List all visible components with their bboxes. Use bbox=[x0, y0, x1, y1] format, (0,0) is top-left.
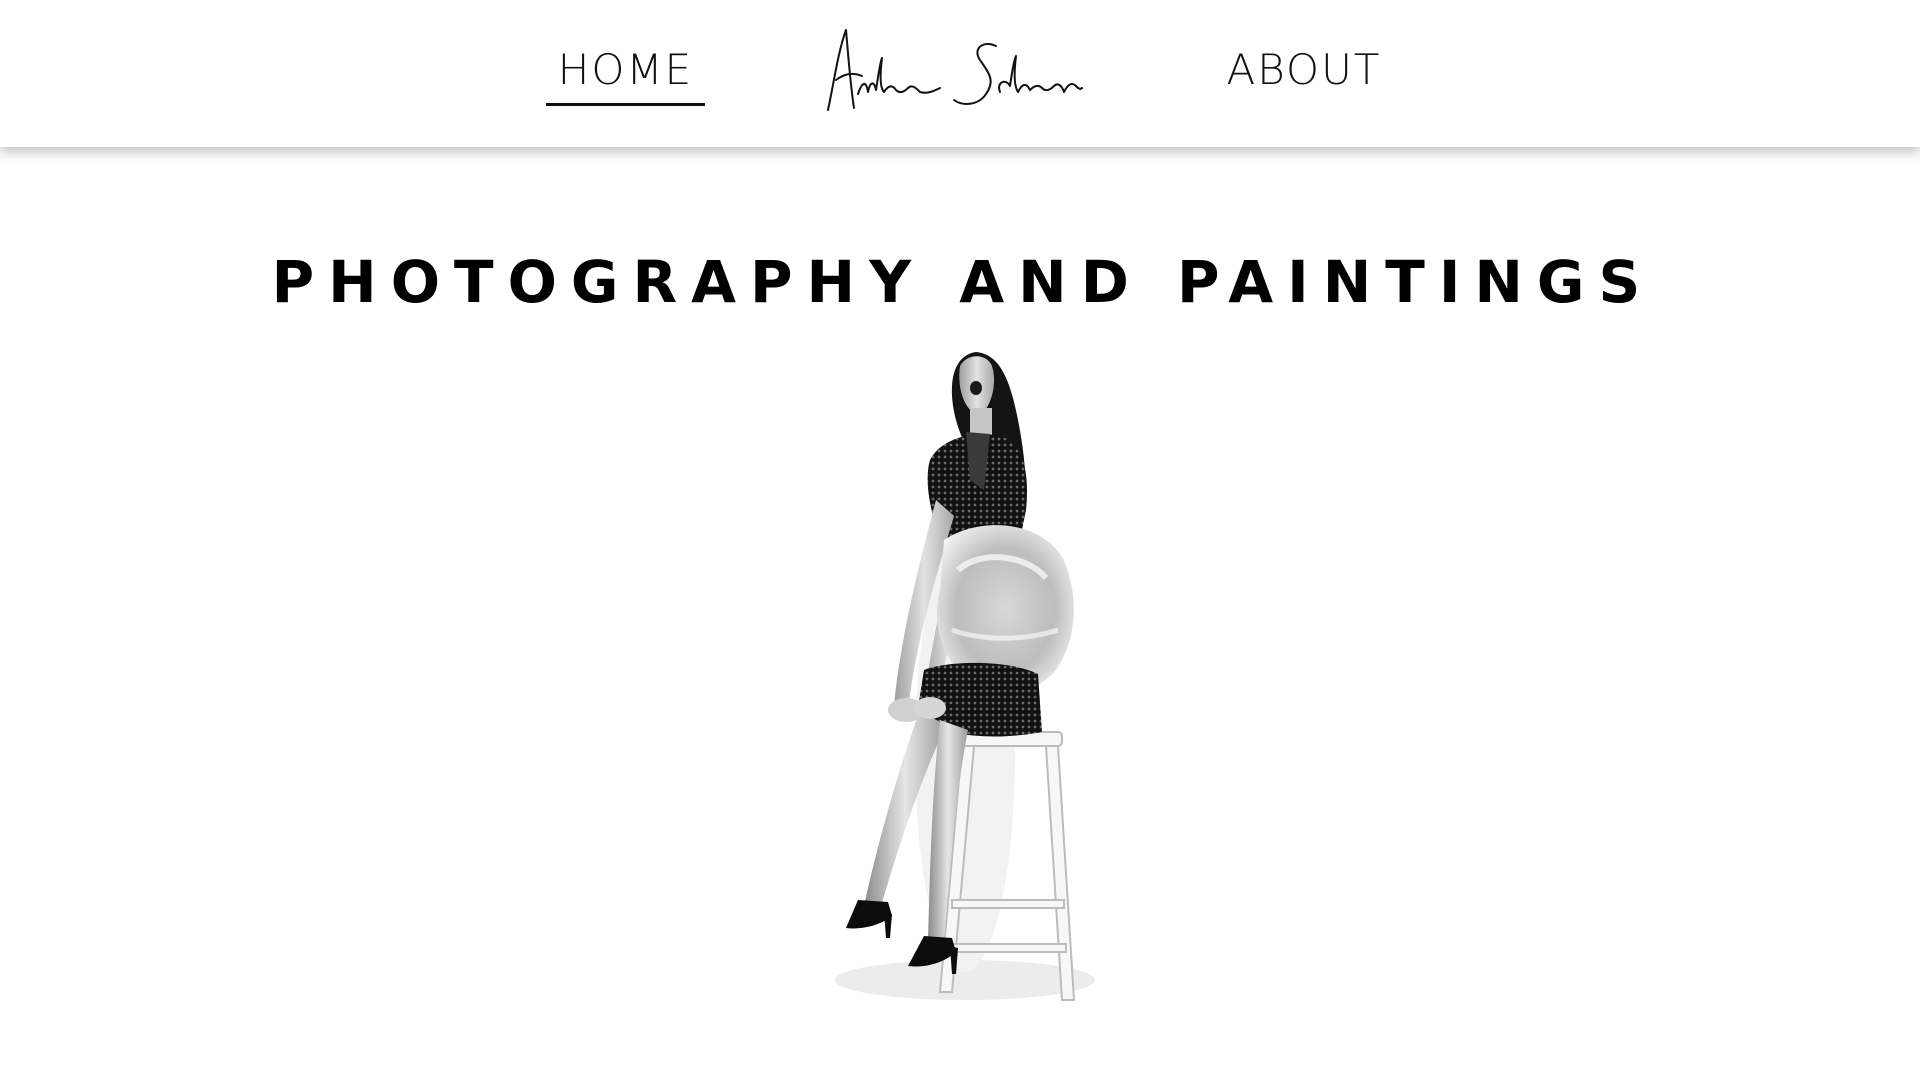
nav-about-link[interactable]: ABOUT bbox=[1224, 44, 1384, 104]
signature-logo[interactable] bbox=[820, 22, 1088, 118]
nav-home-link[interactable]: HOME bbox=[546, 44, 705, 106]
site-header: HOME ABOUT bbox=[0, 0, 1920, 147]
hero-photo bbox=[835, 352, 1095, 1001]
page-headline: PHOTOGRAPHY AND PAINTINGS bbox=[271, 248, 1655, 316]
page: HOME ABOUT PHOTOGRAPHY AND PAINTINGS bbox=[0, 0, 1920, 1069]
